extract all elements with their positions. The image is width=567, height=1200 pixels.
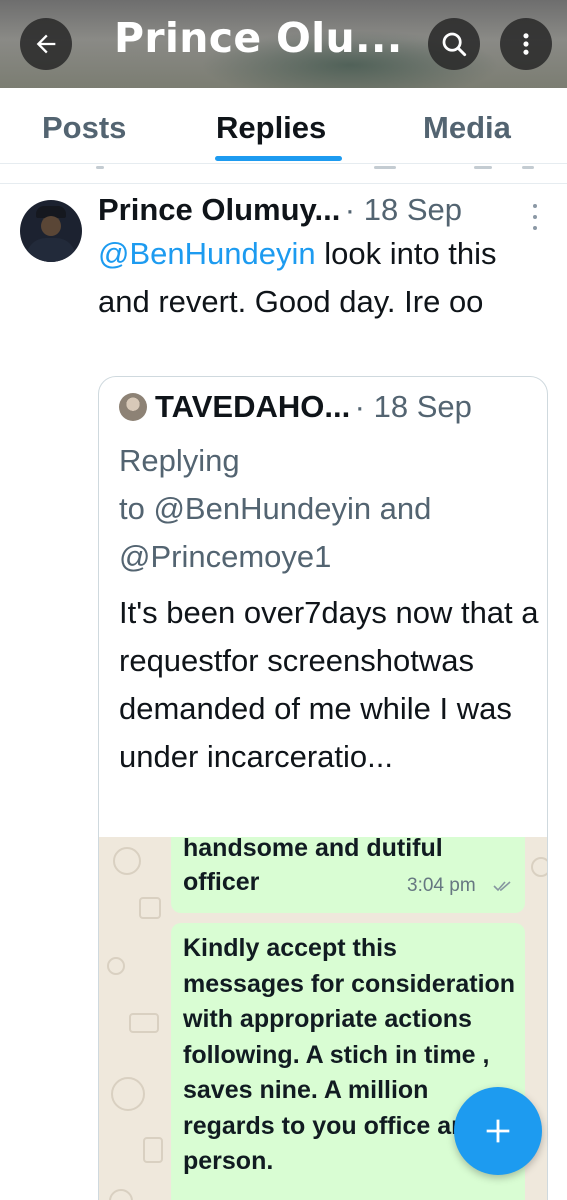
cut-action-mark bbox=[522, 166, 534, 169]
active-tab-indicator bbox=[215, 156, 342, 161]
tweet-more-button[interactable] bbox=[530, 204, 540, 230]
previous-post-action-bar-cut bbox=[0, 164, 567, 184]
profile-header: Prince Olu... bbox=[0, 0, 567, 88]
wallpaper-doodle bbox=[139, 897, 161, 919]
dot-icon bbox=[533, 215, 537, 219]
cut-action-mark bbox=[96, 166, 104, 169]
tab-media[interactable]: Media bbox=[423, 110, 511, 146]
avatar-body-shape bbox=[26, 238, 76, 262]
chat-message-time: 3:04 pm bbox=[407, 875, 476, 896]
search-button[interactable] bbox=[428, 18, 480, 70]
double-check-icon bbox=[493, 881, 511, 892]
search-icon bbox=[442, 32, 467, 57]
dot-icon bbox=[533, 204, 537, 208]
tweet-author-name[interactable]: Prince Olumuy... bbox=[98, 192, 340, 227]
arrow-left-icon bbox=[36, 34, 56, 54]
wallpaper-doodle bbox=[531, 857, 547, 877]
back-button[interactable] bbox=[20, 18, 72, 70]
compose-fab-button[interactable] bbox=[454, 1087, 542, 1175]
wallpaper-doodle bbox=[111, 1077, 145, 1111]
wallpaper-doodle bbox=[143, 1137, 163, 1163]
tab-posts[interactable]: Posts bbox=[42, 110, 126, 146]
header-title: Prince Olu... bbox=[114, 14, 403, 62]
quoted-tweet-header: TAVEDAHO... · 18 Sep bbox=[155, 389, 545, 425]
profile-tabs: Posts Replies Media bbox=[0, 88, 567, 164]
mention-link[interactable]: @BenHundeyin bbox=[98, 236, 316, 271]
more-options-button[interactable] bbox=[500, 18, 552, 70]
tweet-text: @BenHundeyin look into this and revert. … bbox=[98, 230, 548, 326]
tweet-date[interactable]: 18 Sep bbox=[364, 192, 462, 227]
cut-action-mark bbox=[374, 166, 396, 169]
wallpaper-doodle bbox=[113, 847, 141, 875]
replying-label: Replying bbox=[119, 443, 240, 478]
quoted-tweet-card[interactable]: TAVEDAHO... · 18 Sep Replying to @BenHun… bbox=[98, 376, 548, 1200]
avatar[interactable] bbox=[20, 200, 82, 262]
wallpaper-doodle bbox=[107, 957, 125, 975]
plus-icon bbox=[486, 1119, 510, 1143]
quoted-replying-to: Replying to @BenHundeyin and @Princemoye… bbox=[119, 437, 539, 581]
quoted-author-avatar bbox=[119, 393, 147, 421]
quoted-author-name: TAVEDAHO... bbox=[155, 389, 351, 424]
tweet-header: Prince Olumuy... · 18 Sep bbox=[98, 192, 518, 232]
more-vertical-icon bbox=[523, 33, 529, 55]
tweet-separator: · bbox=[344, 192, 356, 227]
wallpaper-doodle bbox=[109, 1189, 133, 1200]
replying-to-handles: to @BenHundeyin and @Princemoye1 bbox=[119, 491, 432, 574]
quoted-date: 18 Sep bbox=[373, 389, 472, 424]
cut-action-mark bbox=[474, 166, 492, 169]
tab-replies[interactable]: Replies bbox=[216, 110, 326, 146]
quoted-separator: · bbox=[354, 389, 365, 424]
chat-bubble-sent: handsome and dutiful officer 3:04 pm bbox=[171, 837, 525, 913]
wallpaper-doodle bbox=[129, 1013, 159, 1033]
quoted-tweet-text: It's been over7days now that a requestfo… bbox=[119, 595, 539, 774]
avatar-face-shape bbox=[41, 216, 61, 236]
